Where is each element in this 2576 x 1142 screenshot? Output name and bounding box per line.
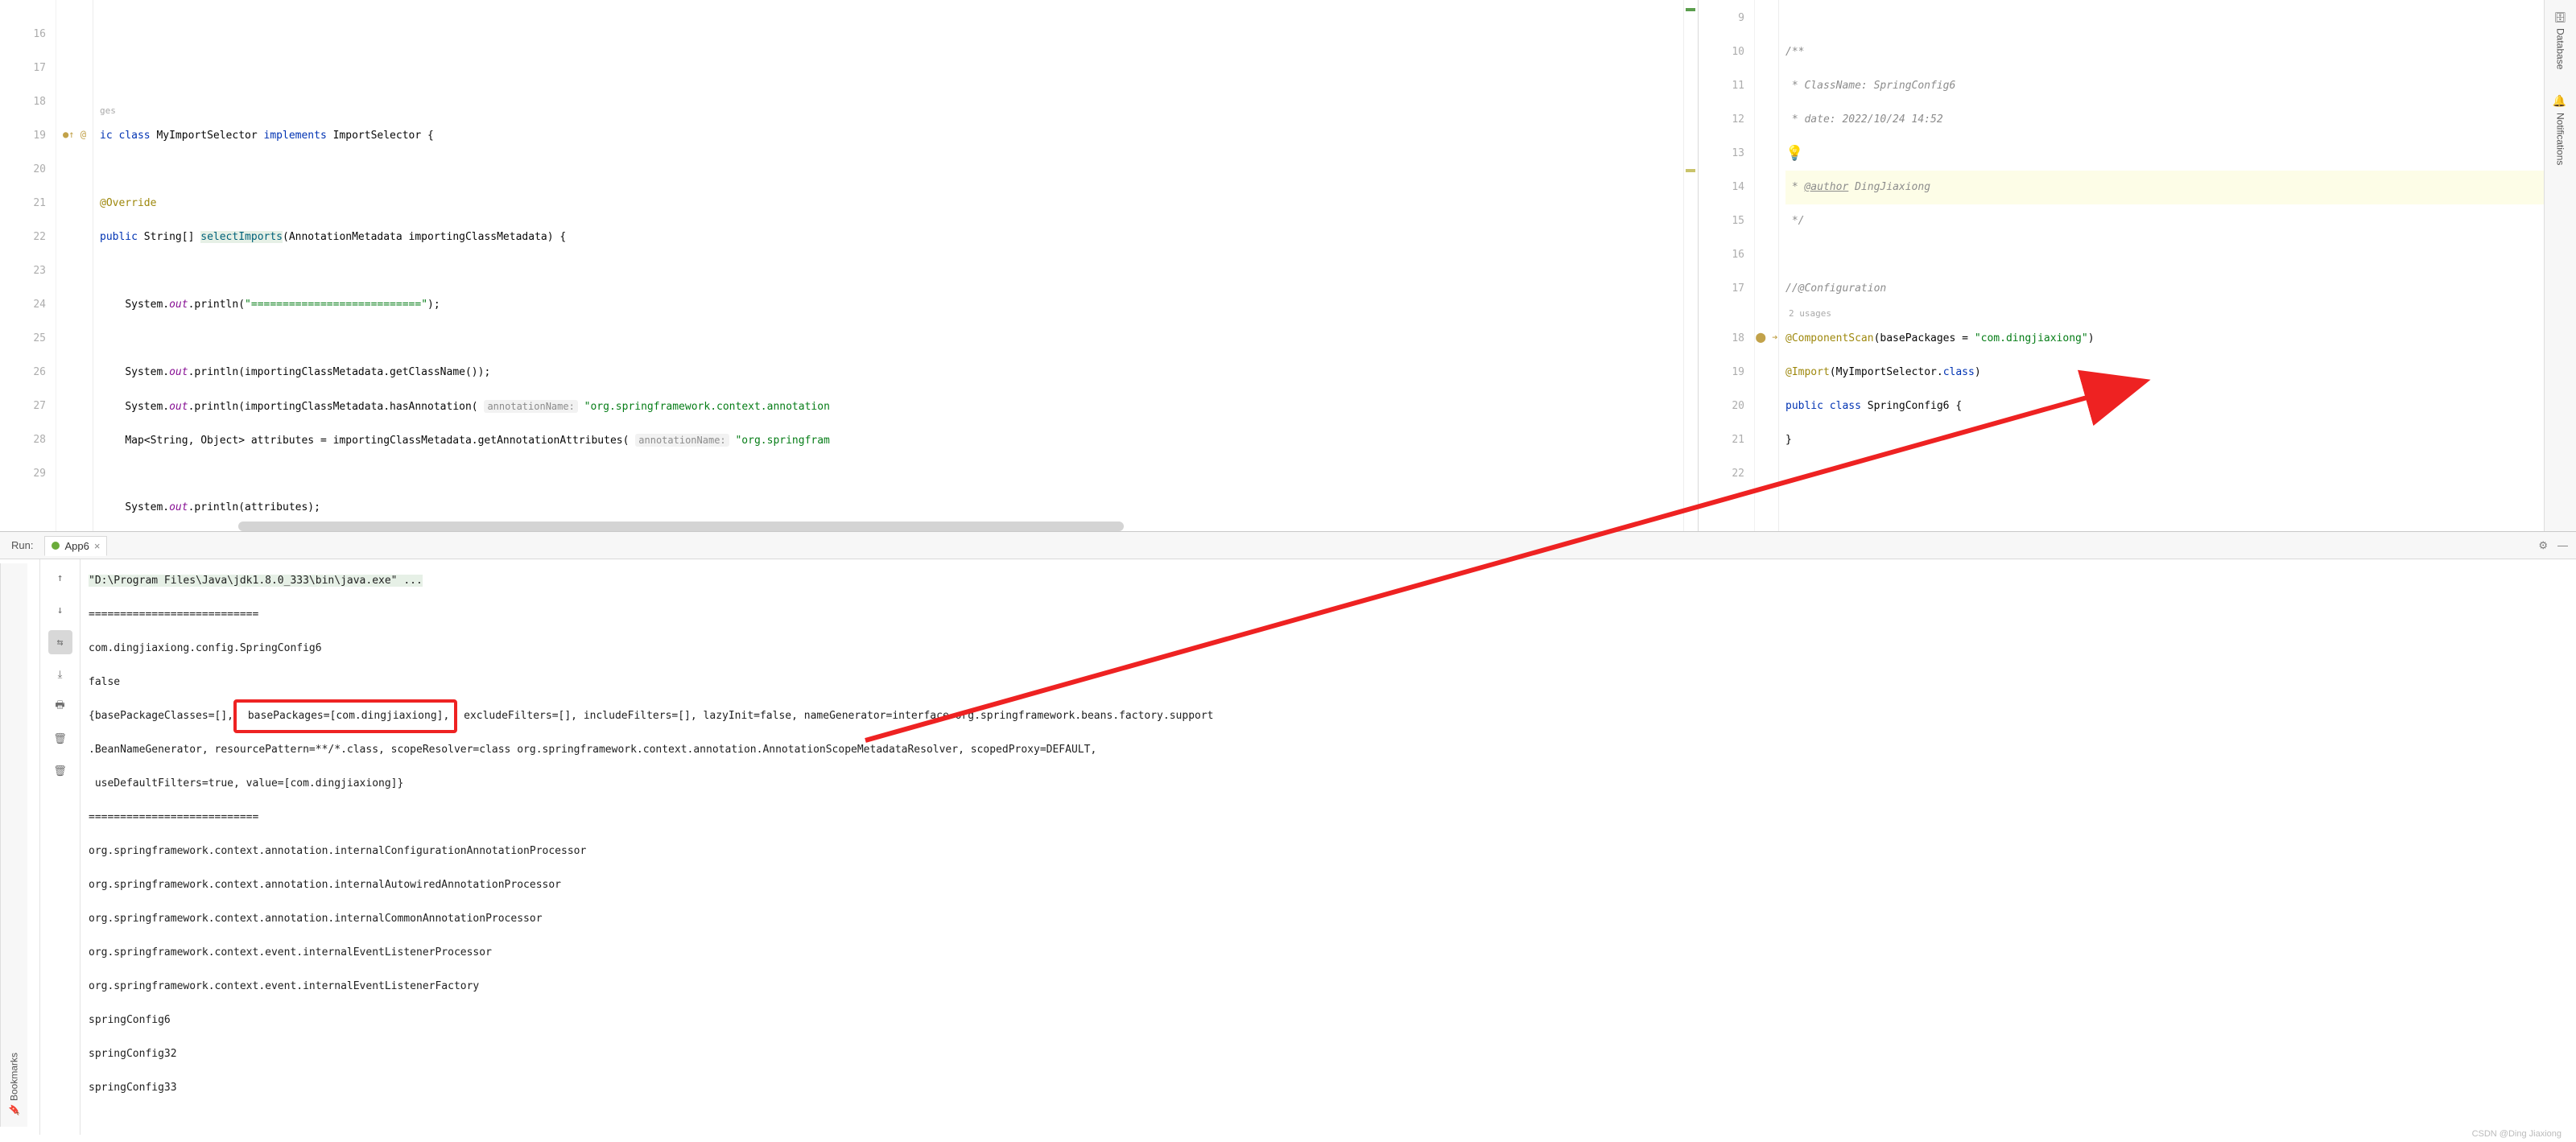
close-icon[interactable]: × — [94, 540, 101, 552]
run-status-icon — [52, 542, 60, 550]
run-toolbar-left2: ↑ ↓ ⇆ ⤓ 🖶 🗑 🗑 — [40, 559, 80, 1135]
left-tool-rail: 🔖 Bookmarks — [0, 563, 27, 1127]
highlight-box: basePackages=[com.dingjiaxiong], — [233, 699, 457, 733]
print-icon[interactable]: 🖶 — [48, 695, 72, 719]
trash-icon[interactable]: 🗑 — [48, 759, 72, 783]
run-tabs-bar: Run: App6 × ⚙ — — [0, 532, 2576, 559]
rail-tab-notifications[interactable]: 🔔Notifications — [2554, 94, 2567, 165]
watermark: CSDN @Ding Jiaxiong — [2472, 1129, 2562, 1139]
down-icon[interactable]: ↓ — [48, 598, 72, 622]
rail-tab-database[interactable]: 🗄Database — [2555, 11, 2566, 70]
horizontal-scrollbar[interactable] — [238, 522, 1124, 531]
right-gutter-icons: ⬤ ➔ — [1755, 0, 1779, 531]
up-icon[interactable]: ↑ — [48, 566, 72, 590]
scroll-end-icon[interactable]: ⤓ — [48, 662, 72, 686]
filter-icon[interactable]: 🗑 — [48, 727, 72, 751]
left-marker-strip[interactable] — [1683, 0, 1698, 531]
right-tool-rail: 🗄Database 🔔Notifications — [2544, 0, 2576, 531]
run-tab-label: App6 — [64, 540, 89, 552]
left-editor: 1617181920212223242526272829 ●↑ @ gesic … — [0, 0, 1699, 531]
console-output[interactable]: "D:\Program Files\Java\jdk1.8.0_333\bin\… — [80, 559, 2576, 1135]
settings-icon[interactable]: ⚙ — [2538, 539, 2548, 552]
minimize-icon[interactable]: — — [2557, 539, 2568, 552]
left-gutter: 1617181920212223242526272829 — [0, 0, 56, 531]
left-gutter-icons: ●↑ @ — [56, 0, 93, 531]
left-code[interactable]: gesic class MyImportSelector implements … — [93, 0, 1683, 531]
right-code[interactable]: /** * ClassName: SpringConfig6 * date: 2… — [1779, 0, 2561, 531]
run-tab-app6[interactable]: App6 × — [44, 536, 107, 556]
run-panel: Run: App6 × ⚙ — ▶ 🔧 📷 ⇲ ▣ 📌 ↑ ↓ ⇆ ⤓ 🖶 🗑 … — [0, 531, 2576, 1135]
run-label: Run: — [0, 539, 44, 551]
right-editor: 910111213141516171819202122 ⬤ ➔ /** * Cl… — [1699, 0, 2576, 531]
editors-split: 1617181920212223242526272829 ●↑ @ gesic … — [0, 0, 2576, 531]
soft-wrap-icon[interactable]: ⇆ — [48, 630, 72, 654]
rail-tab-bookmarks[interactable]: 🔖 Bookmarks — [9, 1053, 20, 1115]
right-gutter: 910111213141516171819202122 — [1699, 0, 1755, 531]
